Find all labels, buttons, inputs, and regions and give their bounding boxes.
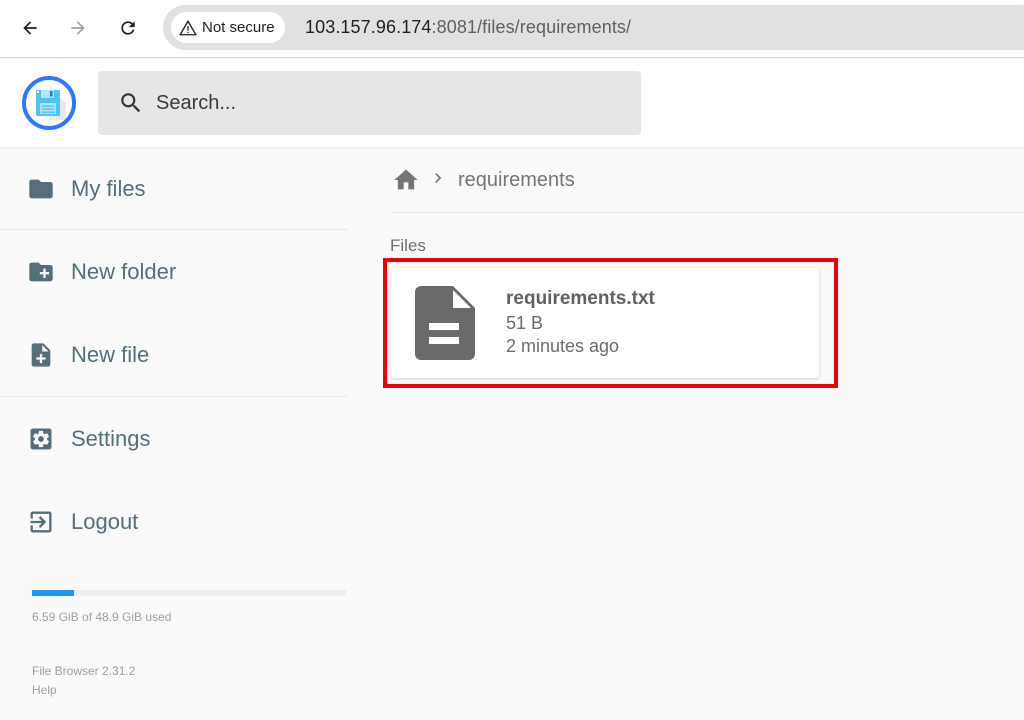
sidebar-item-label: New folder bbox=[71, 259, 177, 284]
storage-quota-fill bbox=[32, 590, 75, 596]
note-add-icon bbox=[31, 343, 51, 367]
sidebar-item-new-file[interactable]: New file bbox=[0, 325, 348, 385]
sidebar-item-label: New file bbox=[71, 342, 150, 367]
breadcrumb-item[interactable]: requirements bbox=[458, 169, 575, 192]
sidebar-divider bbox=[0, 396, 348, 397]
chevron-right-icon bbox=[435, 172, 442, 183]
sidebar-item-settings[interactable]: Settings bbox=[0, 409, 348, 469]
security-label: Not secure bbox=[202, 19, 275, 36]
app-logo[interactable] bbox=[22, 76, 76, 130]
arrow-left-icon bbox=[23, 21, 37, 35]
breadcrumb-separator bbox=[428, 168, 448, 193]
storage-quota-bar bbox=[32, 590, 346, 596]
warning-triangle-icon bbox=[179, 20, 197, 35]
breadcrumb-divider bbox=[392, 212, 1024, 213]
url-text[interactable]: 103.157.96.174:8081/files/requirements/ bbox=[305, 17, 631, 38]
app-header bbox=[0, 59, 1024, 147]
sidebar-item-my-files[interactable]: My files bbox=[0, 159, 348, 219]
help-link[interactable]: Help bbox=[32, 683, 57, 697]
file-item[interactable]: requirements.txt 51 B 2 minutes ago bbox=[391, 268, 819, 378]
reload-icon bbox=[121, 21, 135, 35]
search-input[interactable] bbox=[156, 91, 616, 115]
arrow-right-icon bbox=[71, 21, 85, 35]
url-path: :8081/files/requirements/ bbox=[431, 17, 632, 37]
settings-icon bbox=[30, 428, 52, 450]
file-text-icon bbox=[415, 286, 475, 360]
browser-toolbar: Not secure 103.157.96.174:8081/files/req… bbox=[0, 0, 1024, 58]
search-box[interactable] bbox=[98, 71, 641, 135]
sidebar: My files New folder New file Settings Lo… bbox=[0, 148, 348, 720]
sidebar-item-logout[interactable]: Logout bbox=[0, 492, 348, 552]
create-new-folder-icon bbox=[29, 262, 53, 282]
sidebar-item-label: My files bbox=[71, 176, 146, 201]
sidebar-item-new-folder[interactable]: New folder bbox=[0, 242, 348, 302]
files-section-title: Files bbox=[390, 236, 426, 255]
search-icon bbox=[121, 93, 141, 113]
breadcrumb: requirements bbox=[392, 162, 575, 198]
back-button[interactable] bbox=[16, 14, 44, 42]
forward-button[interactable] bbox=[64, 14, 92, 42]
file-modified: 2 minutes ago bbox=[506, 336, 620, 356]
url-host: 103.157.96.174 bbox=[305, 17, 432, 37]
sidebar-divider bbox=[0, 229, 348, 230]
folder-icon bbox=[29, 179, 53, 199]
security-indicator[interactable]: Not secure bbox=[171, 12, 285, 43]
sidebar-item-label: Logout bbox=[71, 509, 139, 534]
file-size: 51 B bbox=[506, 313, 544, 333]
app-version: File Browser 2.31.2 bbox=[32, 664, 136, 678]
file-name: requirements.txt bbox=[506, 288, 655, 309]
floppy-disk-logo-icon bbox=[36, 86, 66, 120]
home-icon[interactable] bbox=[392, 166, 420, 194]
reload-button[interactable] bbox=[114, 14, 142, 42]
storage-quota-text: 6.59 GiB of 48.9 GiB used bbox=[32, 610, 172, 624]
logout-icon bbox=[30, 511, 52, 533]
address-bar[interactable]: Not secure 103.157.96.174:8081/files/req… bbox=[163, 5, 1024, 50]
sidebar-item-label: Settings bbox=[71, 426, 151, 451]
